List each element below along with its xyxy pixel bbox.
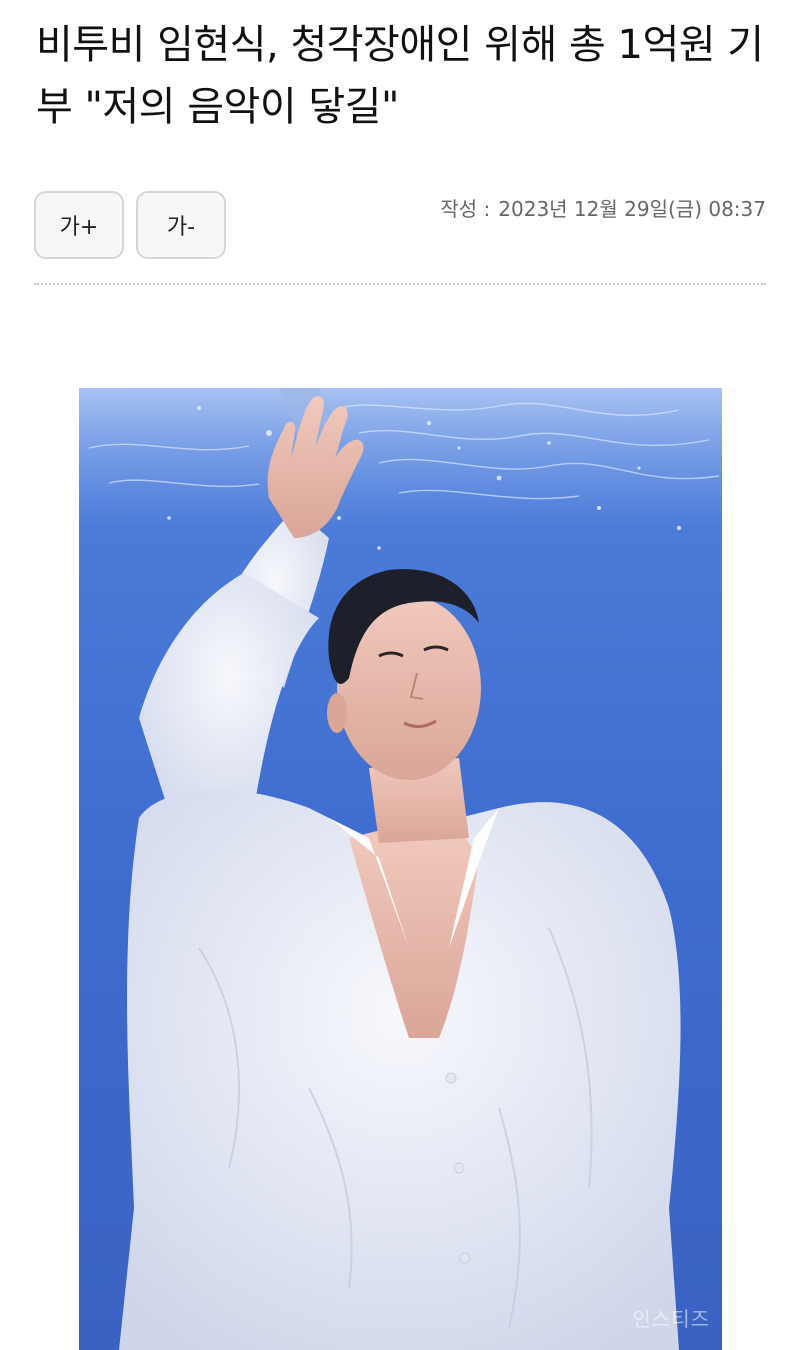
divider: [34, 283, 766, 285]
article-photo: 인스티즈: [79, 388, 722, 1350]
font-decrease-button[interactable]: 가-: [136, 191, 226, 259]
publish-date: 2023년 12월 29일(금) 08:37: [498, 197, 766, 221]
article-meta: 작성 : 2023년 12월 29일(금) 08:37: [440, 193, 766, 222]
article-title: 비투비 임현식, 청각장애인 위해 총 1억원 기부 "저의 음악이 닿길": [36, 22, 764, 130]
font-increase-button[interactable]: 가+: [34, 191, 124, 259]
watermark: 인스티즈: [632, 1307, 710, 1331]
font-size-controls: 가+ 가-: [34, 191, 226, 259]
meta-label: 작성 :: [440, 197, 491, 221]
photo-illustration: [79, 388, 722, 1350]
